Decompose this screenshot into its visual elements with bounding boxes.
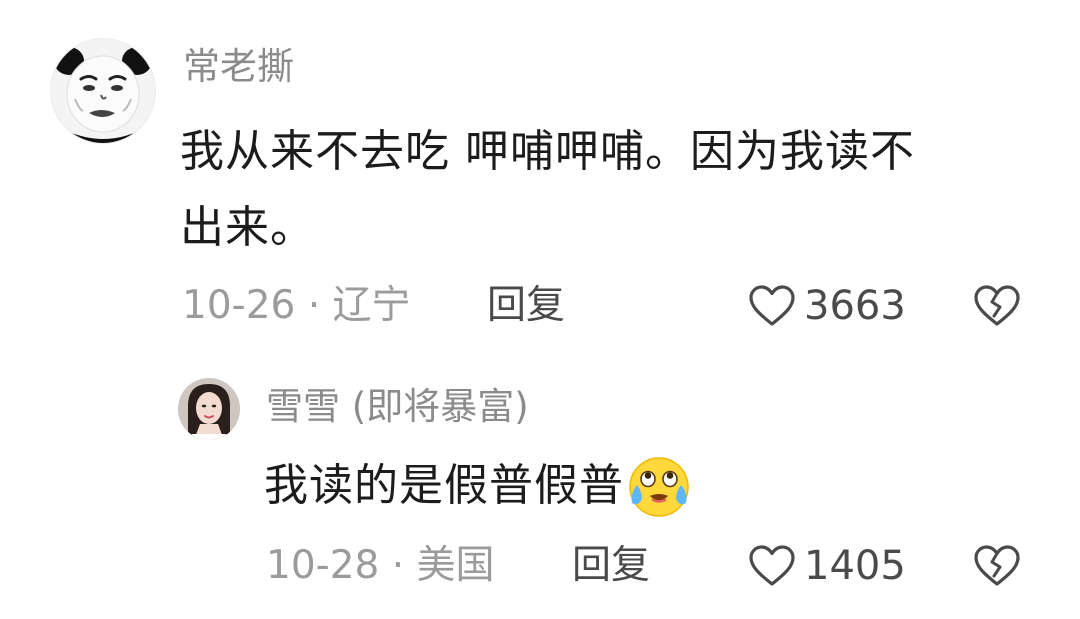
- reply-date: 10-28: [266, 543, 380, 588]
- comment-location: 辽宁: [332, 283, 411, 328]
- heart-outline-icon: [749, 545, 795, 586]
- like-button[interactable]: 3663: [748, 282, 906, 330]
- comment-date: 10-26: [182, 283, 296, 328]
- dislike-button[interactable]: [972, 280, 1022, 330]
- like-button[interactable]: 1405: [748, 542, 906, 590]
- meta-separator: ·: [379, 543, 417, 588]
- comment-author[interactable]: 常老撕: [183, 42, 294, 92]
- crying-laughing-face-emoji-icon: [629, 457, 689, 517]
- like-count: 1405: [804, 543, 906, 589]
- reply-location: 美国: [416, 543, 495, 588]
- reply-author[interactable]: 雪雪 (即将暴富): [266, 382, 529, 432]
- comment-avatar[interactable]: [50, 38, 156, 144]
- panda-meme-avatar-icon: [51, 39, 155, 143]
- broken-heart-icon: [974, 285, 1020, 326]
- like-count: 3663: [804, 283, 906, 329]
- heart-outline-icon: [749, 285, 795, 326]
- comment-text: 我从来不去吃 呷哺呷哺。因为我读不 出来。: [180, 126, 915, 253]
- reply-text-line: 我读的是假普假普: [264, 456, 692, 517]
- reply-text: 我读的是假普假普: [264, 460, 624, 511]
- meta-separator: ·: [295, 283, 333, 328]
- user-photo-avatar-icon: [178, 378, 240, 440]
- dislike-button[interactable]: [972, 540, 1022, 590]
- comment-meta: 10-26 · 辽宁: [182, 280, 411, 332]
- reply-button[interactable]: 回复: [572, 540, 650, 592]
- reply-button[interactable]: 回复: [487, 280, 565, 332]
- reply-avatar[interactable]: [178, 378, 240, 440]
- reply-meta: 10-28 · 美国: [266, 540, 495, 592]
- broken-heart-icon: [974, 545, 1020, 586]
